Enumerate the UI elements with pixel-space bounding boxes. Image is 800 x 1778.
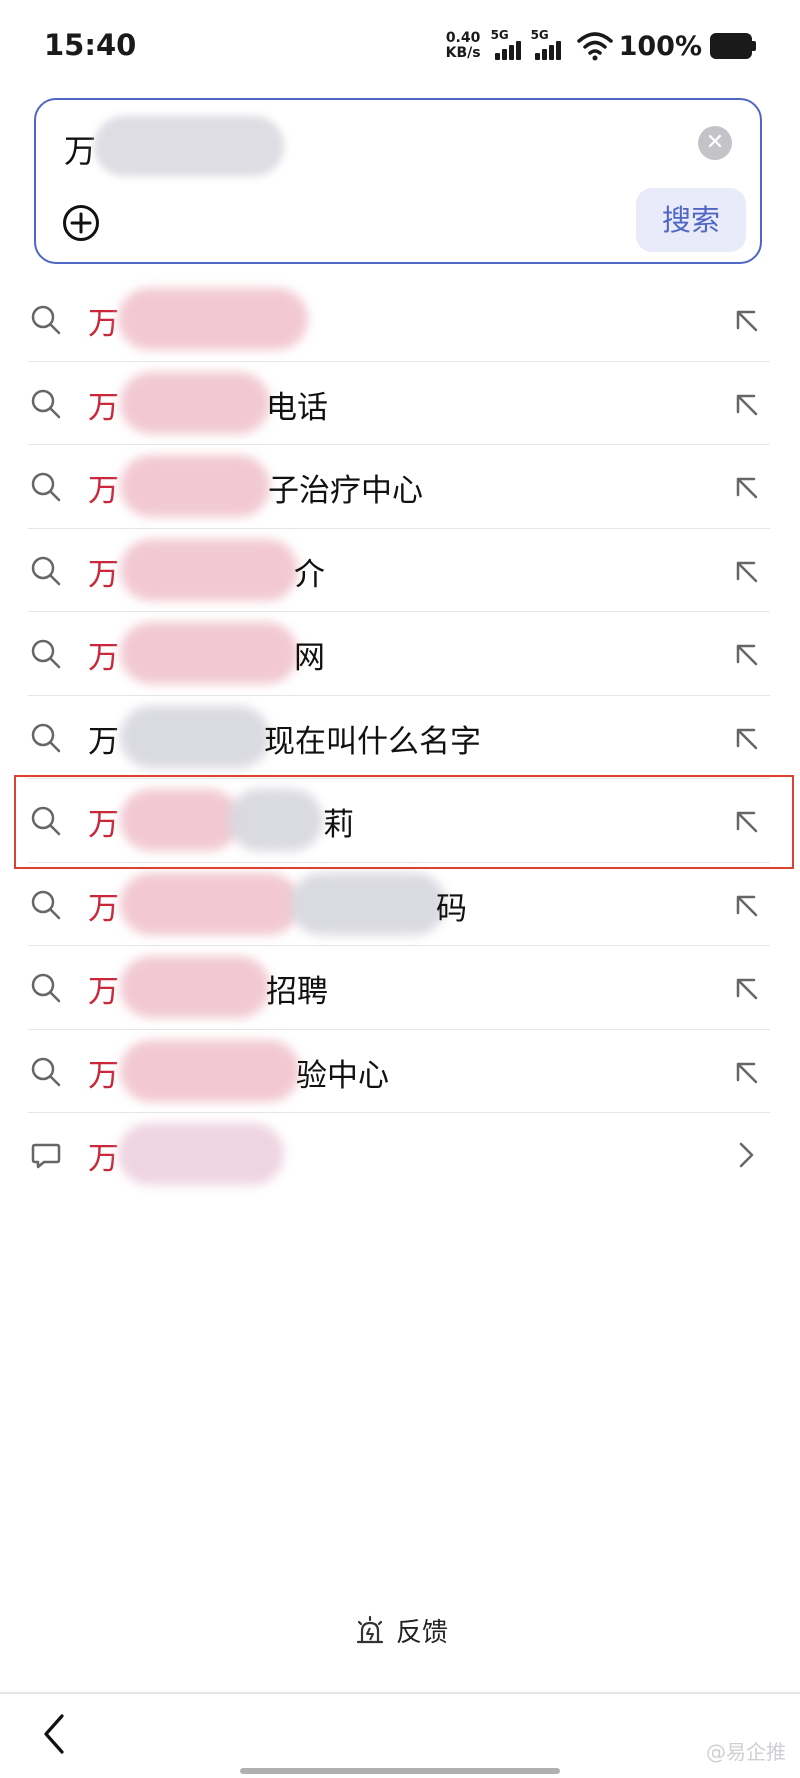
suggestion-list: 万 万 电话 万 子治疗中心 万 介 万 网 万 现在叫什么名字 万 莉 万 码… [28, 278, 770, 1197]
cell-signal-icon-2: 5G [530, 28, 565, 62]
feedback-button[interactable]: 反馈 [354, 1612, 448, 1649]
redaction-blur [120, 705, 270, 768]
redaction-blur [120, 622, 298, 684]
suggestion-prefix: 万 [88, 1141, 119, 1177]
arrow-up-left-icon[interactable] [730, 304, 762, 336]
clear-search-button[interactable]: ✕ [698, 126, 732, 160]
search-icon [31, 890, 61, 919]
home-indicator[interactable] [240, 1768, 560, 1774]
arrow-up-left-icon[interactable] [730, 889, 762, 921]
suggestion-item-chat[interactable]: 万 [28, 1113, 770, 1197]
suggestion-prefix: 万 [88, 974, 119, 1010]
search-box[interactable]: 万 ✕ 搜索 [34, 98, 762, 264]
wifi-icon [576, 32, 613, 61]
back-arrow-icon[interactable] [38, 1712, 70, 1756]
suggestion-suffix: 招聘 [266, 974, 328, 1010]
suggestion-suffix: 网 [294, 640, 325, 676]
search-icon [31, 973, 61, 1003]
status-bar: 15:40 0.40 KB/s 5G 5G 100% [0, 0, 800, 96]
battery-icon [710, 33, 756, 59]
suggestion-item[interactable]: 万 验中心 [28, 1030, 770, 1113]
suggestion-item[interactable]: 万 电话 [28, 362, 770, 445]
search-query-text[interactable]: 万 [64, 126, 96, 172]
add-circle-icon[interactable] [62, 204, 100, 242]
suggestion-suffix: 电话 [266, 389, 328, 426]
chevron-right-icon[interactable] [730, 1139, 762, 1171]
search-icon [31, 723, 61, 752]
suggestion-item[interactable]: 万 介 [28, 529, 770, 612]
suggestion-prefix: 万 [88, 473, 119, 509]
status-time: 15:40 [44, 28, 137, 62]
battery-percent: 100% [618, 30, 702, 62]
suggestion-suffix: 现在叫什么名字 [264, 723, 481, 760]
redaction-blur [118, 1123, 284, 1185]
search-icon [31, 305, 61, 335]
redaction-blur [120, 872, 300, 935]
search-query-redaction [94, 116, 284, 176]
search-icon [31, 389, 61, 418]
suggestion-item[interactable]: 万 招聘 [28, 946, 770, 1030]
search-button[interactable]: 搜索 [636, 188, 746, 252]
search-icon [31, 639, 61, 669]
suggestion-prefix: 万 [88, 389, 119, 426]
suggestion-suffix: 子治疗中心 [268, 473, 423, 509]
cell-signal-label-2: 5G [530, 28, 549, 42]
suggestion-item[interactable]: 万 现在叫什么名字 [28, 696, 770, 779]
suggestion-suffix: 介 [294, 556, 325, 593]
search-icon [31, 1057, 61, 1086]
suggestion-suffix: 码 [436, 890, 467, 927]
redaction-blur [120, 1039, 300, 1102]
cell-signal-label-1: 5G [490, 28, 509, 42]
network-speed-value: 0.40 [445, 30, 481, 46]
arrow-up-left-icon[interactable] [730, 555, 762, 587]
network-speed-unit: KB/s [445, 45, 481, 61]
suggestion-item[interactable]: 万 子治疗中心 [28, 445, 770, 529]
arrow-up-left-icon[interactable] [730, 638, 762, 670]
redaction-blur [120, 371, 270, 434]
alarm-bell-icon [356, 1615, 384, 1643]
arrow-up-left-icon[interactable] [730, 471, 762, 503]
bottom-divider [0, 1692, 800, 1694]
redaction-blur [118, 288, 308, 350]
search-icon [31, 556, 61, 585]
suggestion-item[interactable]: 万 [28, 278, 770, 362]
arrow-up-left-icon[interactable] [730, 722, 762, 754]
search-icon [31, 472, 61, 502]
suggestion-prefix: 万 [88, 1057, 119, 1094]
suggestion-item[interactable]: 万 网 [28, 612, 770, 696]
chat-bubble-icon [31, 1143, 61, 1169]
arrow-up-left-icon[interactable] [730, 1056, 762, 1088]
suggestion-prefix: 万 [88, 723, 119, 760]
annotation-highlight-box [14, 775, 794, 869]
network-speed: 0.40 KB/s [446, 31, 481, 61]
suggestion-prefix: 万 [88, 306, 119, 342]
suggestion-prefix: 万 [88, 640, 119, 676]
redaction-blur [120, 538, 298, 601]
feedback-label: 反馈 [396, 1618, 449, 1648]
suggestion-suffix: 验中心 [296, 1057, 389, 1094]
suggestion-item[interactable]: 万 码 [28, 863, 770, 946]
suggestion-prefix: 万 [88, 890, 119, 927]
suggestion-prefix: 万 [88, 556, 119, 593]
redaction-blur [120, 956, 270, 1018]
status-indicators: 0.40 KB/s 5G 5G 100% [446, 28, 756, 62]
redaction-blur [120, 455, 270, 517]
watermark: @易企推 [706, 1740, 786, 1764]
arrow-up-left-icon[interactable] [730, 388, 762, 420]
arrow-up-left-icon[interactable] [730, 972, 762, 1004]
cell-signal-icon-1: 5G [490, 28, 525, 62]
redaction-blur [290, 872, 446, 935]
